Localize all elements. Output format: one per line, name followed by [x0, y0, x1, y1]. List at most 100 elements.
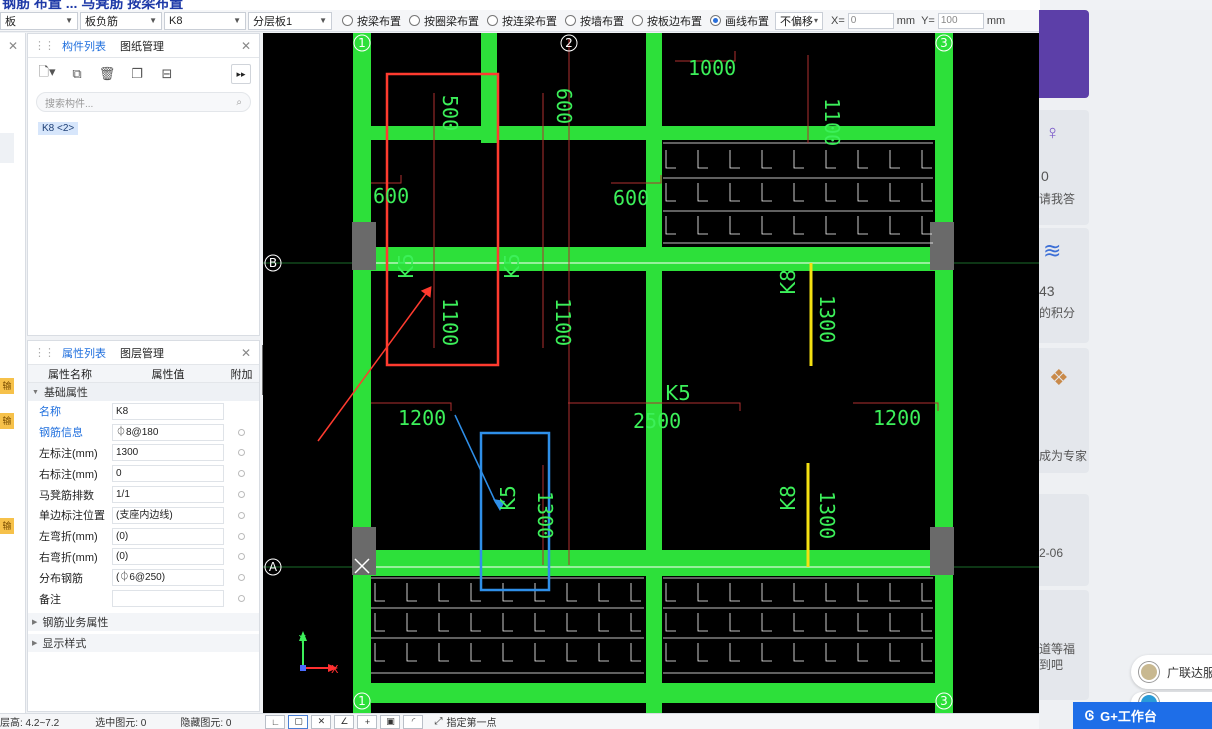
attach-checkbox[interactable]: [238, 553, 245, 561]
radio-option[interactable]: 按梁布置: [342, 13, 401, 29]
property-value-field[interactable]: (支座内边线): [112, 506, 224, 524]
rect-select-icon[interactable]: ▢: [288, 714, 309, 729]
chevron-down-icon: ▼: [149, 15, 157, 25]
radio-option[interactable]: 按板边布置: [632, 13, 702, 29]
offset-icon[interactable]: +: [357, 714, 378, 729]
property-row: 左弯折(mm) (0): [28, 526, 259, 547]
layer-icon[interactable]: ▣: [380, 714, 401, 729]
tab-property-list[interactable]: 属性列表: [62, 345, 106, 361]
property-value-field[interactable]: ⏀8@180: [112, 423, 224, 441]
component-dropdown[interactable]: K8 ▼: [164, 11, 246, 30]
property-value-field[interactable]: [112, 590, 224, 608]
save-template-icon[interactable]: ⊟: [156, 64, 178, 84]
user-plus-icon: ♀: [1045, 122, 1060, 144]
grip-icon[interactable]: ⋮⋮: [34, 39, 55, 52]
more-icon[interactable]: ▸▸: [231, 64, 251, 84]
property-name: 单边标注位置: [39, 510, 105, 523]
radio-option[interactable]: 按墙布置: [565, 13, 624, 29]
grip-icon[interactable]: ⋮⋮: [34, 346, 55, 359]
attach-checkbox[interactable]: [238, 428, 245, 436]
copy-icon[interactable]: ⧉: [66, 64, 88, 84]
snap-tools: ∟ ▢ ✕ ∠ + ▣ ◜: [265, 714, 426, 729]
property-value-field[interactable]: (0): [112, 527, 224, 545]
banner-image: [1039, 10, 1089, 98]
hidden-count: 隐藏图元: 0: [180, 718, 232, 729]
x-coordinate: X= 0 mm: [831, 12, 916, 29]
rebar-label: K5: [500, 253, 524, 279]
property-value-field[interactable]: (⏀6@250): [112, 569, 224, 587]
rebar-label: K5: [394, 253, 418, 279]
x-unit: mm: [896, 14, 916, 27]
floor-type-dropdown[interactable]: 板 ▼: [0, 11, 78, 30]
attach-checkbox[interactable]: [238, 491, 245, 499]
points-label: 的积分: [1039, 306, 1076, 320]
group-basic-properties[interactable]: ▼ 基础属性: [28, 383, 259, 401]
expand-icon: ▶: [32, 618, 38, 626]
dim-label: 1100: [551, 298, 575, 346]
tab-layer-management[interactable]: 图层管理: [120, 345, 164, 361]
property-value-field[interactable]: 0: [112, 465, 224, 483]
group-display-style[interactable]: ▶ 显示样式: [28, 633, 259, 652]
arc-icon[interactable]: ◜: [403, 714, 424, 729]
tab-drawing-management[interactable]: 图纸管理: [120, 38, 164, 54]
attach-checkbox[interactable]: [238, 511, 245, 519]
window-title-strip: 钢筋 布置 ... 马凳筋 按梁布置: [0, 0, 1040, 10]
property-name: 名称: [39, 406, 61, 419]
element-type-dropdown[interactable]: 板负筋 ▼: [80, 11, 162, 30]
g-workbench-button[interactable]: Ꮆ G+工作台: [1073, 702, 1212, 729]
radio-option[interactable]: 按圈梁布置: [409, 13, 479, 29]
component-search-input[interactable]: 搜索构件... ⌕: [36, 92, 251, 112]
radio-unchecked-icon: [487, 15, 498, 26]
property-row: 名称 K8: [28, 401, 259, 422]
dim-label: 1100: [438, 298, 462, 346]
delete-icon[interactable]: 🗑: [96, 64, 118, 84]
search-icon: ⌕: [236, 96, 242, 108]
radio-unchecked-icon: [565, 15, 576, 26]
property-value-field[interactable]: 1/1: [112, 486, 224, 504]
group-business-properties[interactable]: ▶ 钢筋业务属性: [28, 612, 259, 631]
column-header: 属性名称: [48, 368, 92, 381]
attach-checkbox[interactable]: [238, 532, 245, 540]
radio-label: 画线布置: [725, 15, 769, 28]
x-input[interactable]: 0: [847, 12, 894, 29]
y-input[interactable]: 100: [937, 12, 984, 29]
close-icon[interactable]: ✕: [241, 346, 251, 360]
ortho-icon[interactable]: ∟: [265, 714, 286, 729]
property-name: 分布钢筋: [39, 572, 83, 585]
attach-checkbox[interactable]: [238, 470, 245, 478]
duplicate-icon[interactable]: ❐: [126, 64, 148, 84]
component-item[interactable]: K8 <2>: [38, 122, 79, 135]
close-icon[interactable]: ✕: [241, 39, 251, 53]
property-row: 马凳筋排数 1/1: [28, 484, 259, 505]
offset-dropdown[interactable]: 不偏移 ▾: [775, 11, 823, 30]
property-value-field[interactable]: (0): [112, 548, 224, 566]
rebar-label: K8: [776, 269, 800, 295]
property-value-field[interactable]: K8: [112, 402, 224, 420]
layer-dropdown[interactable]: 分层板1 ▼: [248, 11, 332, 30]
dim-label: 1100: [820, 98, 844, 146]
property-name: 左弯折(mm): [39, 531, 98, 544]
tab-component-list[interactable]: 构件列表: [62, 38, 106, 54]
chevron-down-icon: ▼: [65, 15, 73, 25]
date-card: [1039, 494, 1089, 586]
angle-icon[interactable]: ∠: [334, 714, 355, 729]
radio-unchecked-icon: [632, 15, 643, 26]
new-component-icon[interactable]: 🗋▾: [36, 64, 58, 84]
radio-option[interactable]: 按连梁布置: [487, 13, 557, 29]
y-unit: mm: [986, 14, 1006, 27]
property-row: 分布钢筋 (⏀6@250): [28, 567, 259, 588]
drawing-canvas[interactable]: 1 2 3 B A 1 3 1000 1100 500 600 600 600 …: [263, 33, 1039, 713]
property-name: 右标注(mm): [39, 468, 98, 481]
radio-unchecked-icon: [342, 15, 353, 26]
attach-checkbox[interactable]: [238, 449, 245, 457]
radio-option[interactable]: 画线布置: [710, 13, 769, 29]
property-rows: 名称 K8 钢筋信息 ⏀8@180 左标注(mm) 1300 右标注(mm) 0 马凳筋排数 1/…: [28, 401, 259, 609]
service-chat-pill[interactable]: 广联达服: [1131, 655, 1212, 689]
property-value-field[interactable]: 1300: [112, 444, 224, 462]
attach-checkbox[interactable]: [238, 574, 245, 582]
close-icon[interactable]: ✕: [8, 39, 18, 53]
resize-icon: ⤢: [434, 716, 443, 727]
attach-checkbox[interactable]: [238, 595, 245, 603]
cross-icon[interactable]: ✕: [311, 714, 332, 729]
ucs-axis-icon: Y X: [298, 631, 339, 676]
